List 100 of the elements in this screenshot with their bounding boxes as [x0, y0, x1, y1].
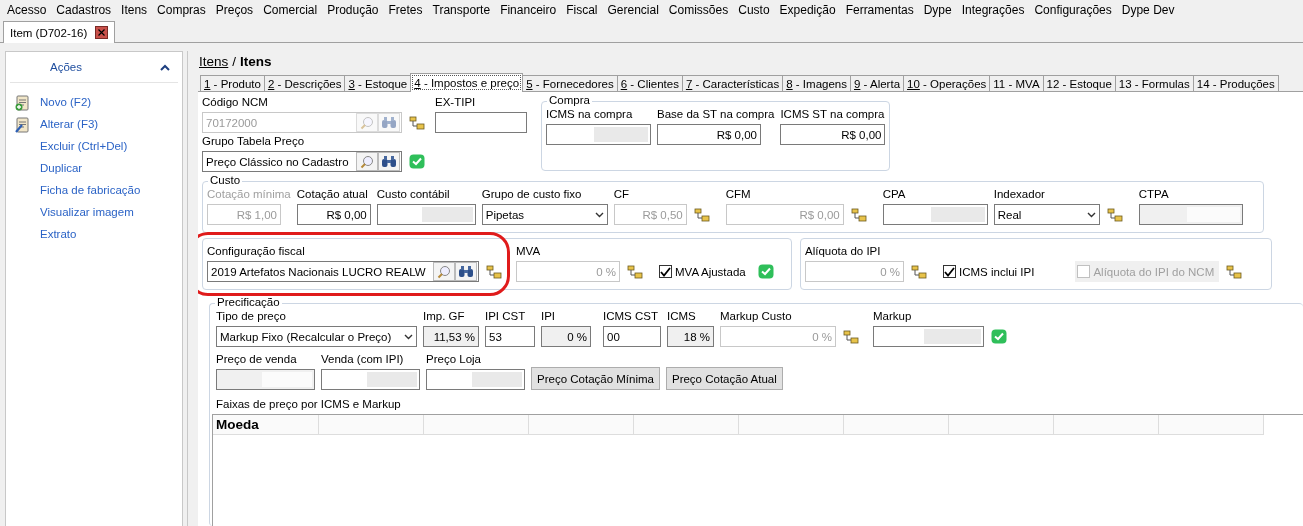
menu-item[interactable]: Transporte	[427, 3, 496, 17]
tab[interactable]: 7 - Características	[681, 75, 784, 91]
text-field[interactable]: R$ 0,00	[296, 204, 371, 225]
tab[interactable]: 9 - Alerta	[850, 75, 905, 91]
text-field[interactable]	[546, 124, 651, 145]
menu-item[interactable]: Financeiro	[495, 3, 562, 17]
tab[interactable]: 4 - Impostos e preço	[410, 73, 524, 92]
menu-item[interactable]: Comissões	[663, 3, 734, 17]
menu-item[interactable]: Preços	[210, 3, 259, 17]
text-field[interactable]	[376, 204, 476, 225]
action-link[interactable]: Ficha de fabricação	[14, 181, 182, 199]
search-icon	[360, 115, 374, 130]
menu-item[interactable]: Ferramentas	[840, 3, 919, 17]
field-label: Configuração fiscal	[207, 245, 306, 259]
group-title: Compra	[547, 94, 592, 106]
text-field[interactable]: 0 %	[541, 326, 591, 347]
field-label: CPA	[882, 188, 907, 202]
action-link[interactable]: Duplicar	[14, 159, 182, 177]
action-link[interactable]: Novo (F2)	[14, 93, 182, 111]
field-label: CFM	[725, 188, 752, 202]
field-label: CTPA	[1138, 188, 1170, 202]
text-field[interactable]	[1138, 204, 1243, 225]
action-link[interactable]: Alterar (F3)	[14, 115, 182, 133]
breadcrumb-link[interactable]: Itens	[199, 53, 229, 69]
menu-item[interactable]: Custo	[733, 3, 775, 17]
text-field[interactable]	[321, 369, 420, 390]
checkbox[interactable]: MVA Ajustada	[657, 261, 751, 282]
tab-title: Item (D702-16)	[10, 26, 88, 39]
lookup-field[interactable]: Preço Clássico no Cadastro	[202, 151, 402, 172]
menu-item[interactable]: Dype Dev	[1116, 3, 1180, 17]
field-label: Cotação atual	[296, 188, 369, 202]
field-label: ICMS CST	[603, 310, 659, 324]
menu-item[interactable]: Fiscal	[561, 3, 603, 17]
menu-item[interactable]: Acesso	[2, 3, 52, 17]
tab[interactable]: 3 - Estoque	[344, 75, 412, 91]
linked-squares-icon[interactable]	[1106, 207, 1123, 222]
tab[interactable]: 1 - Produto	[200, 75, 265, 91]
tab[interactable]: 11 - MVA	[989, 75, 1044, 91]
action-link[interactable]: Extrato	[14, 225, 182, 243]
field-label: Alíquota do IPI	[805, 245, 882, 259]
page-title: Itens	[240, 53, 272, 69]
text-field[interactable]: R$ 0,00	[780, 124, 886, 145]
field-label: Grupo Tabela Preço	[202, 135, 306, 149]
text-field[interactable]: 11,53 %	[423, 326, 479, 347]
text-field[interactable]: 00	[603, 326, 661, 347]
document-tab[interactable]: Item (D702-16)	[3, 21, 116, 43]
field-label: Grupo de custo fixo	[481, 188, 583, 202]
binoculars-icon	[381, 116, 397, 129]
action-link[interactable]: Excluir (Ctrl+Del)	[14, 137, 182, 155]
text-field[interactable]: 18 %	[667, 326, 714, 347]
tab[interactable]: 12 - Estoque	[1042, 75, 1116, 91]
menu-item[interactable]: Cadastros	[51, 3, 117, 17]
menu-item[interactable]: Comercial	[258, 3, 323, 17]
tab[interactable]: 8 - Imagens	[782, 75, 851, 91]
menu-item[interactable]: Fretes	[383, 3, 428, 17]
search-icon	[437, 264, 451, 279]
text-field[interactable]	[426, 369, 525, 390]
tab[interactable]: 10 - Operações	[903, 75, 991, 91]
group-title: Custo	[208, 174, 243, 186]
field-label: IPI CST	[485, 310, 527, 324]
field-label: CF	[613, 188, 631, 202]
field-label: IPI	[541, 310, 557, 324]
chevron-up-icon[interactable]	[160, 63, 170, 71]
close-icon[interactable]	[95, 26, 109, 39]
text-field[interactable]: R$ 0,00	[657, 124, 761, 145]
field-label: Preço de venda	[216, 353, 298, 367]
breadcrumb-separator: /	[232, 53, 237, 69]
tab[interactable]: 14 - Produções	[1192, 75, 1279, 91]
tab[interactable]: 6 - Clientes	[616, 75, 683, 91]
menu-item[interactable]: Gerencial	[602, 3, 664, 17]
action-button[interactable]: Preço Cotação Atual	[665, 367, 783, 390]
dropdown[interactable]: Markup Fixo (Recalcular o Preço)	[216, 326, 417, 347]
tab[interactable]: 13 - Formulas	[1114, 75, 1194, 91]
text-field[interactable]: 53	[485, 326, 535, 347]
action-button[interactable]: Preço Cotação Mínima	[531, 367, 660, 390]
menu-item[interactable]: Expedição	[774, 3, 841, 17]
linked-squares-icon[interactable]	[486, 264, 502, 279]
lookup-field[interactable]: 2019 Artefatos Nacionais LUCRO REALW	[207, 261, 479, 282]
menu-item[interactable]: Itens	[116, 3, 153, 17]
text-field[interactable]	[216, 369, 315, 390]
dropdown[interactable]: Pipetas	[481, 204, 608, 225]
field-label: ICMS	[667, 310, 697, 324]
text-field[interactable]	[873, 326, 984, 347]
tab[interactable]: 5 - Fornecedores	[522, 75, 618, 91]
text-field[interactable]	[435, 112, 527, 133]
text-field[interactable]	[882, 204, 988, 225]
dropdown[interactable]: Real	[993, 204, 1100, 225]
menu-item[interactable]: Integrações	[956, 3, 1030, 17]
menu-item[interactable]: Produção	[322, 3, 384, 17]
column-header: Moeda	[213, 415, 319, 435]
menu-item[interactable]: Compras	[152, 3, 211, 17]
field-label: Base da ST na compra	[657, 108, 775, 122]
action-link[interactable]: Visualizar imagem	[14, 203, 182, 221]
menu-item[interactable]: Dype	[918, 3, 957, 17]
menu-item[interactable]: Configurações	[1029, 3, 1117, 17]
tab[interactable]: 2 - Descrições	[263, 75, 346, 91]
field-label: Preço Loja	[426, 353, 482, 367]
checkbox[interactable]: ICMS inclui IPI	[941, 261, 1040, 282]
field-label: Código NCM	[202, 96, 269, 110]
field-label: Markup	[873, 310, 913, 324]
